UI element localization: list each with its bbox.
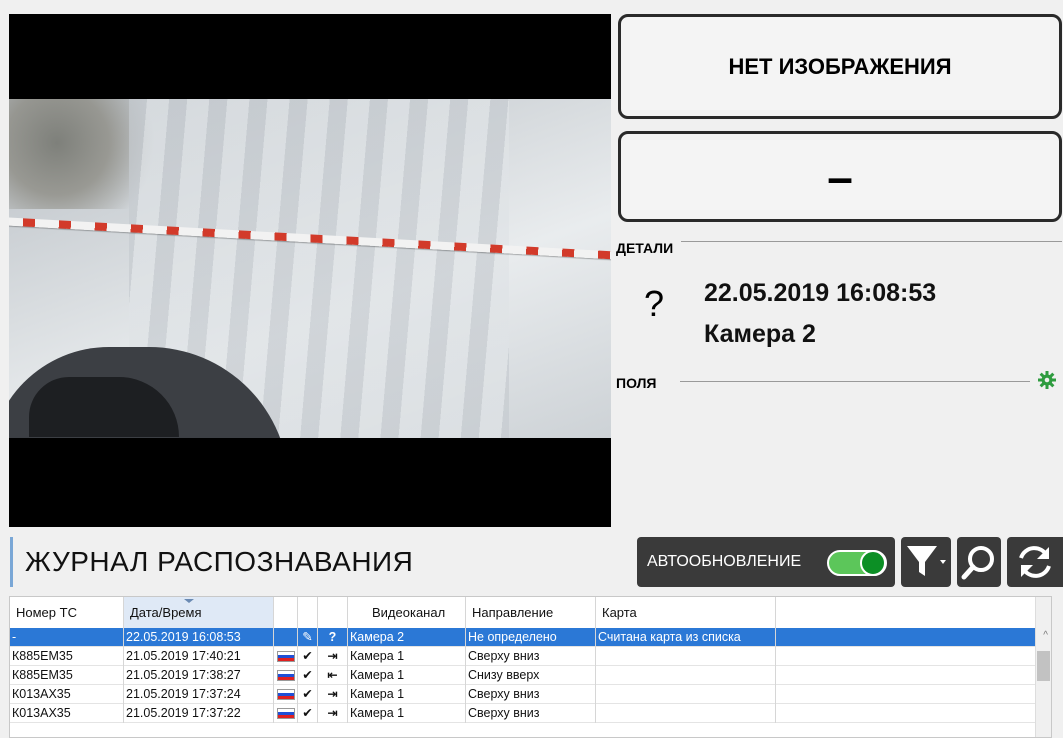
- column-header-channel[interactable]: Видеоканал: [348, 597, 466, 628]
- refresh-icon: [1019, 546, 1051, 578]
- gear-icon[interactable]: [1037, 370, 1057, 394]
- scroll-thumb[interactable]: [1037, 651, 1050, 681]
- journal-title: ЖУРНАЛ РАСПОЗНАВАНИЯ: [25, 546, 414, 577]
- autoupdate-switch[interactable]: [827, 550, 887, 576]
- datetime-cell: 21.05.2019 17:40:21: [124, 647, 274, 666]
- direction-icon: ?: [318, 628, 348, 647]
- channel-cell: Камера 1: [348, 666, 466, 685]
- plate-cell: К885ЕМ35: [10, 666, 124, 685]
- autoupdate-toggle-button[interactable]: АВТООБНОВЛЕНИЕ: [637, 537, 895, 587]
- recognition-journal-table: Номер ТС Дата/Время Видеоканал Направлен…: [9, 596, 1052, 738]
- fields-divider: [680, 381, 1030, 382]
- status-icon: ✔: [298, 704, 318, 723]
- extra-cell: [776, 685, 1038, 704]
- table-row[interactable]: К885ЕМ35 21.05.2019 17:38:27 ✔ ⇤ Камера 1 Сни…: [10, 666, 1051, 685]
- column-header-extra[interactable]: [776, 597, 1038, 628]
- direction-icon: ⇥: [318, 704, 348, 723]
- card-cell: [596, 647, 776, 666]
- card-cell: Считана карта из списка: [596, 628, 776, 647]
- datetime-cell: 21.05.2019 17:37:22: [124, 704, 274, 723]
- column-header-direction-icon[interactable]: [318, 597, 348, 628]
- table-row[interactable]: К013АХ35 21.05.2019 17:37:24 ✔ ⇥ Камера 1 Све…: [10, 685, 1051, 704]
- column-header-direction[interactable]: Направление: [466, 597, 596, 628]
- channel-cell: Камера 1: [348, 685, 466, 704]
- status-icon: ✔: [298, 685, 318, 704]
- extra-cell: [776, 628, 1038, 647]
- table-header: Номер ТС Дата/Время Видеоканал Направлен…: [10, 597, 1051, 629]
- no-image-button[interactable]: НЕТ ИЗОБРАЖЕНИЯ: [618, 14, 1062, 119]
- direction-icon: ⇤: [318, 666, 348, 685]
- column-header-plate[interactable]: Номер ТС: [10, 597, 124, 628]
- scroll-up-icon[interactable]: ^: [1043, 630, 1048, 641]
- extra-cell: [776, 666, 1038, 685]
- autoupdate-label: АВТООБНОВЛЕНИЕ: [647, 553, 802, 570]
- flag-cell: [274, 685, 298, 704]
- extra-cell: [776, 704, 1038, 723]
- details-section-label: ДЕТАЛИ: [616, 240, 674, 256]
- direction-cell: Сверху вниз: [466, 647, 596, 666]
- status-icon: ✎: [298, 628, 318, 647]
- filter-button[interactable]: [901, 537, 951, 587]
- unknown-status-icon: ?: [644, 283, 665, 324]
- channel-cell: Камера 1: [348, 704, 466, 723]
- column-header-status[interactable]: [298, 597, 318, 628]
- table-row[interactable]: -22.05.2019 16:08:53 ✎? Камера 2 Не определ…: [10, 628, 1051, 647]
- table-row[interactable]: К885ЕМ35 21.05.2019 17:40:21 ✔ ⇥ Камера 1 Све…: [10, 647, 1051, 666]
- channel-cell: Камера 2: [348, 628, 466, 647]
- russia-flag-icon: [277, 670, 295, 681]
- plate-cell: -: [10, 628, 124, 647]
- datetime-cell: 21.05.2019 17:38:27: [124, 666, 274, 685]
- table-row[interactable]: К013АХ35 21.05.2019 17:37:22 ✔ ⇥ Камера 1 Све…: [10, 704, 1051, 723]
- russia-flag-icon: [277, 708, 295, 719]
- card-cell: [596, 704, 776, 723]
- journal-accent-bar: [10, 537, 13, 587]
- filter-icon: [907, 546, 946, 576]
- details-camera: Камера 2: [704, 320, 816, 348]
- plate-cell: К013АХ35: [10, 685, 124, 704]
- direction-icon: ⇥: [318, 685, 348, 704]
- plate-number-button[interactable]: –: [618, 131, 1062, 222]
- details-datetime: 22.05.2019 16:08:53: [704, 279, 937, 307]
- direction-cell: Не определено: [466, 628, 596, 647]
- search-icon: [961, 546, 994, 580]
- card-cell: [596, 685, 776, 704]
- column-header-flag[interactable]: [274, 597, 298, 628]
- refresh-button[interactable]: [1007, 537, 1063, 587]
- direction-icon: ⇥: [318, 647, 348, 666]
- details-divider: [681, 241, 1062, 242]
- flag-cell: [274, 647, 298, 666]
- camera-frame-image: [9, 99, 611, 438]
- russia-flag-icon: [277, 651, 295, 662]
- extra-cell: [776, 647, 1038, 666]
- flag-cell: [274, 666, 298, 685]
- direction-cell: Сверху вниз: [466, 704, 596, 723]
- channel-cell: Камера 1: [348, 647, 466, 666]
- russia-flag-icon: [277, 689, 295, 700]
- sort-desc-icon: [184, 599, 194, 603]
- search-button[interactable]: [957, 537, 1001, 587]
- datetime-cell: 22.05.2019 16:08:53: [124, 628, 274, 647]
- flag-cell: [274, 704, 298, 723]
- direction-cell: Снизу вверх: [466, 666, 596, 685]
- direction-cell: Сверху вниз: [466, 685, 596, 704]
- card-cell: [596, 666, 776, 685]
- table-scrollbar[interactable]: ^: [1035, 597, 1051, 737]
- datetime-cell: 21.05.2019 17:37:24: [124, 685, 274, 704]
- fields-section-label: ПОЛЯ: [616, 375, 657, 391]
- plate-cell: К885ЕМ35: [10, 647, 124, 666]
- status-icon: ✔: [298, 666, 318, 685]
- column-header-card[interactable]: Карта: [596, 597, 776, 628]
- column-header-datetime[interactable]: Дата/Время: [124, 597, 274, 628]
- flag-cell: [274, 628, 298, 647]
- plate-cell: К013АХ35: [10, 704, 124, 723]
- camera-video-view: [9, 14, 611, 527]
- status-icon: ✔: [298, 647, 318, 666]
